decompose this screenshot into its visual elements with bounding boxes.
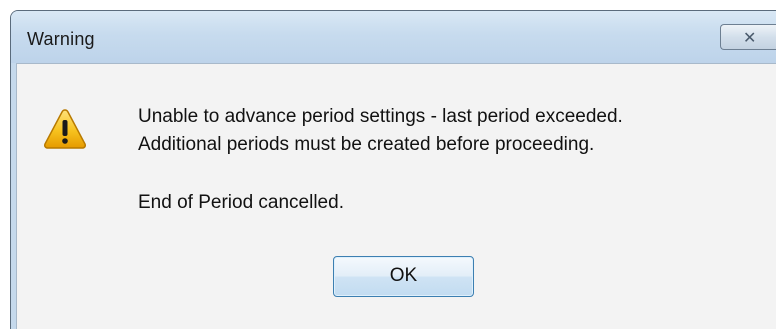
dialog-title: Warning	[27, 29, 95, 49]
warning-icon	[44, 109, 86, 149]
dialog-body: Unable to advance period settings - last…	[16, 63, 776, 329]
message-line-3: End of Period cancelled.	[138, 192, 344, 213]
warning-dialog: Warning ✕ Unable to advance period setti	[10, 10, 776, 329]
close-icon: ✕	[743, 28, 757, 47]
close-button[interactable]: ✕	[720, 24, 776, 50]
ok-button[interactable]: OK	[333, 256, 474, 297]
message-line-2: Additional periods must be created befor…	[138, 134, 595, 155]
dialog-titlebar[interactable]: Warning ✕	[11, 11, 776, 63]
message-line-1: Unable to advance period settings - last…	[138, 106, 623, 127]
screen: Warning ✕ Unable to advance period setti	[0, 0, 776, 329]
